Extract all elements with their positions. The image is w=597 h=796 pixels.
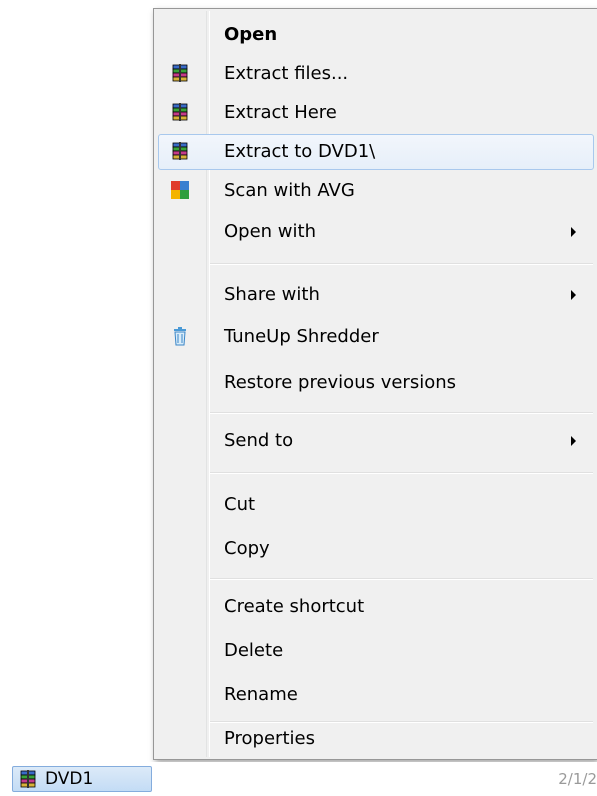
menu-item-create-shortcut[interactable]: Create shortcut: [158, 589, 594, 625]
menu-item-label: Delete: [224, 640, 284, 661]
file-item-dvd1[interactable]: DVD1: [12, 766, 152, 792]
menu-item-restore-previous[interactable]: Restore previous versions: [158, 365, 594, 401]
avg-icon: [171, 181, 189, 199]
menu-item-open[interactable]: Open: [158, 17, 594, 53]
menu-item-label: Copy: [224, 538, 270, 559]
menu-item-label: Scan with AVG: [224, 180, 355, 201]
menu-item-label: Extract Here: [224, 102, 337, 123]
menu-item-extract-here[interactable]: Extract Here: [158, 95, 594, 131]
context-menu: Open Extract files... Extract Here Extra…: [153, 8, 597, 760]
menu-item-label: Open: [224, 24, 278, 45]
menu-item-rename[interactable]: Rename: [158, 677, 594, 713]
menu-item-cut[interactable]: Cut: [158, 487, 594, 523]
trash-icon: [174, 327, 186, 346]
submenu-arrow-icon: [571, 436, 576, 446]
winrar-icon: [172, 142, 188, 160]
menu-separator: [210, 263, 593, 265]
menu-separator: [210, 578, 593, 580]
menu-item-label: Open with: [224, 221, 316, 242]
menu-item-tuneup-shredder[interactable]: TuneUp Shredder: [158, 319, 594, 355]
file-list-row: DVD1 2/1/2: [0, 762, 597, 796]
menu-item-label: Cut: [224, 494, 256, 515]
menu-item-properties[interactable]: Properties: [158, 721, 594, 757]
menu-item-label: TuneUp Shredder: [224, 326, 379, 347]
menu-item-label: Rename: [224, 684, 298, 705]
menu-separator: [210, 412, 593, 414]
menu-item-label: Properties: [224, 728, 315, 749]
menu-separator: [210, 472, 593, 474]
menu-item-label: Share with: [224, 284, 320, 305]
submenu-arrow-icon: [571, 227, 576, 237]
winrar-icon: [172, 64, 188, 82]
menu-item-open-with[interactable]: Open with: [158, 214, 594, 250]
winrar-icon: [172, 103, 188, 121]
menu-item-label: Extract to DVD1\: [224, 141, 376, 162]
menu-item-send-to[interactable]: Send to: [158, 423, 594, 459]
file-date-modified: 2/1/2: [558, 770, 597, 788]
menu-item-extract-to[interactable]: Extract to DVD1\: [158, 134, 594, 170]
menu-item-extract-files[interactable]: Extract files...: [158, 56, 594, 92]
menu-item-scan-avg[interactable]: Scan with AVG: [158, 173, 594, 209]
menu-item-delete[interactable]: Delete: [158, 633, 594, 669]
menu-item-label: Extract files...: [224, 63, 349, 84]
menu-item-label: Create shortcut: [224, 596, 365, 617]
winrar-archive-icon: [20, 770, 36, 788]
menu-item-copy[interactable]: Copy: [158, 531, 594, 567]
submenu-arrow-icon: [571, 290, 576, 300]
menu-item-label: Restore previous versions: [224, 372, 457, 393]
file-name: DVD1: [45, 769, 94, 789]
menu-item-share-with[interactable]: Share with: [158, 277, 594, 313]
menu-item-label: Send to: [224, 430, 294, 451]
